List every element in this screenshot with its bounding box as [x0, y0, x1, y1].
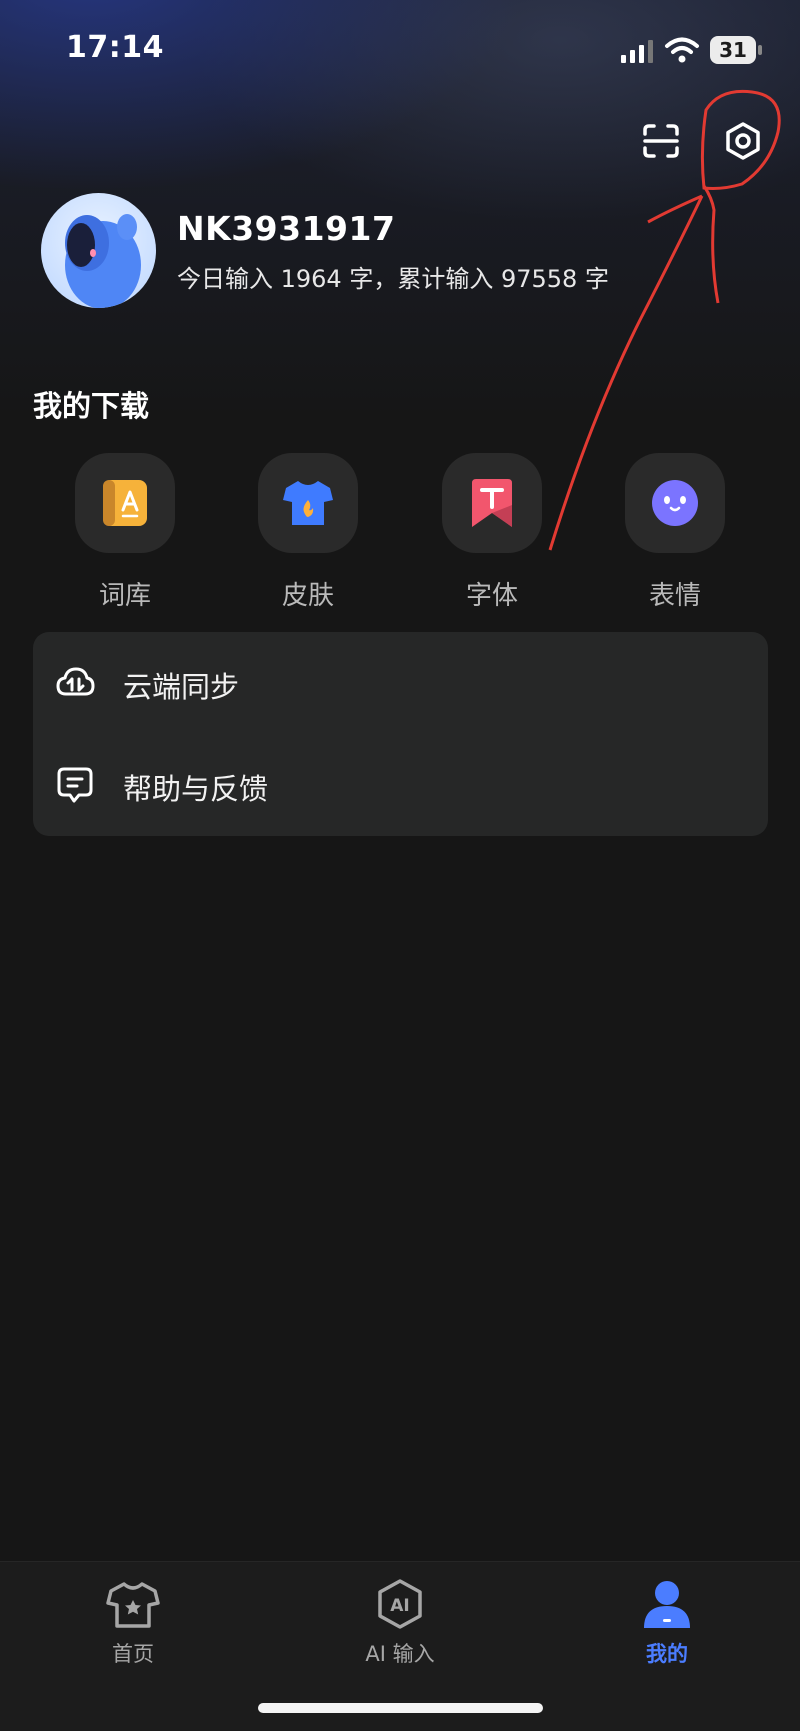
username: NK3931917: [177, 209, 396, 248]
battery-level: 31: [719, 38, 747, 62]
download-item-label: 皮肤: [281, 581, 334, 611]
download-tile: [75, 453, 175, 553]
download-item-emoji[interactable]: 表情: [620, 453, 730, 613]
cellular-signal-icon: [621, 40, 653, 63]
download-item-skin[interactable]: 皮肤: [253, 453, 363, 613]
gear-icon: [726, 122, 760, 160]
tab-label: 我的: [646, 1642, 688, 1666]
svg-text:AI: AI: [390, 1596, 409, 1616]
home-shirt-icon: [106, 1582, 160, 1628]
ai-input-icon: AI: [378, 1579, 422, 1629]
status-time: 17:14: [66, 30, 164, 65]
settings-button[interactable]: [715, 113, 771, 169]
menu-card: 云端同步 帮助与反馈: [33, 632, 768, 836]
download-tile: [258, 453, 358, 553]
book-icon: [103, 480, 147, 526]
wifi-icon: [665, 37, 699, 63]
font-icon: [472, 479, 512, 527]
download-tile: [625, 453, 725, 553]
download-item-label: 字体: [465, 581, 518, 611]
tab-label: 首页: [112, 1642, 154, 1666]
tab-home[interactable]: 首页: [33, 1562, 233, 1682]
menu-item-help-feedback[interactable]: 帮助与反馈: [33, 734, 768, 836]
download-tile: [442, 453, 542, 553]
download-item-dictionary[interactable]: 词库: [70, 453, 180, 613]
home-indicator[interactable]: [258, 1703, 543, 1713]
download-item-label: 表情: [648, 581, 701, 611]
tab-label: AI 输入: [365, 1642, 435, 1666]
avatar-mascot-icon: [65, 214, 141, 308]
download-item-label: 词库: [98, 581, 151, 611]
status-bar: 17:14 31: [0, 0, 800, 100]
downloads-section-title: 我的下载: [33, 389, 150, 423]
menu-item-label: 云端同步: [123, 670, 240, 704]
tab-profile[interactable]: 我的: [567, 1562, 767, 1682]
tab-ai-input[interactable]: AI AI 输入: [300, 1562, 500, 1682]
download-item-font[interactable]: 字体: [437, 453, 547, 613]
feedback-icon: [57, 767, 93, 803]
battery-indicator: 31: [710, 36, 762, 64]
cloud-sync-icon: [56, 667, 95, 696]
typing-stats: 今日输入 1964 字，累计输入 97558 字: [177, 265, 609, 293]
scan-button[interactable]: [633, 113, 689, 169]
menu-item-cloud-sync[interactable]: 云端同步: [33, 632, 768, 734]
avatar[interactable]: [41, 193, 156, 308]
scan-icon: [643, 124, 679, 158]
menu-item-label: 帮助与反馈: [123, 772, 269, 806]
tshirt-icon: [283, 481, 333, 525]
profile-icon: [644, 1581, 690, 1628]
emoji-face-icon: [652, 480, 698, 526]
